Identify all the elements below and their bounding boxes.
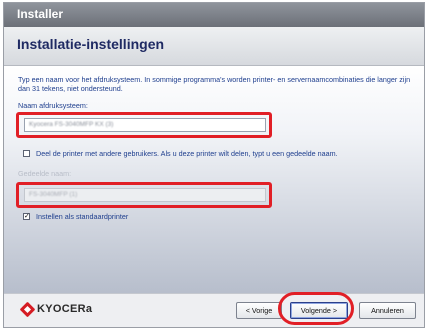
kyocera-mark-icon xyxy=(19,301,36,318)
share-printer-label: Deel de printer met andere gebruikers. A… xyxy=(36,149,338,158)
default-printer-checkbox[interactable]: ✓ xyxy=(23,213,30,220)
installer-window: Installer Installatie-instellingen Typ e… xyxy=(3,2,425,328)
page-header: Installatie-instellingen xyxy=(4,27,424,66)
window-title: Installer xyxy=(17,7,64,21)
shared-name-label: Gedeelde naam: xyxy=(18,169,72,178)
title-bar: Installer xyxy=(4,3,424,27)
page-heading: Installatie-instellingen xyxy=(17,36,165,52)
settings-panel: Typ een naam voor het afdruksysteem. In … xyxy=(4,66,424,293)
back-button[interactable]: < Vorige xyxy=(236,302,282,319)
printer-name-highlight xyxy=(16,112,272,138)
logo-wordmark: KYOCERa xyxy=(37,303,93,315)
checkmark-icon: ✓ xyxy=(24,213,30,220)
share-printer-checkbox[interactable] xyxy=(23,150,30,157)
next-button-highlight xyxy=(278,292,354,325)
footer-bar: KYOCERa < Vorige Volgende > Annuleren xyxy=(4,293,424,327)
default-printer-label: Instellen als standaardprinter xyxy=(36,212,129,221)
shared-name-highlight xyxy=(16,182,272,208)
printer-name-label: Naam afdruksysteem: xyxy=(18,101,88,110)
description-text: Typ een naam voor het afdruksysteem. In … xyxy=(18,75,411,93)
cancel-button[interactable]: Annuleren xyxy=(359,302,416,319)
